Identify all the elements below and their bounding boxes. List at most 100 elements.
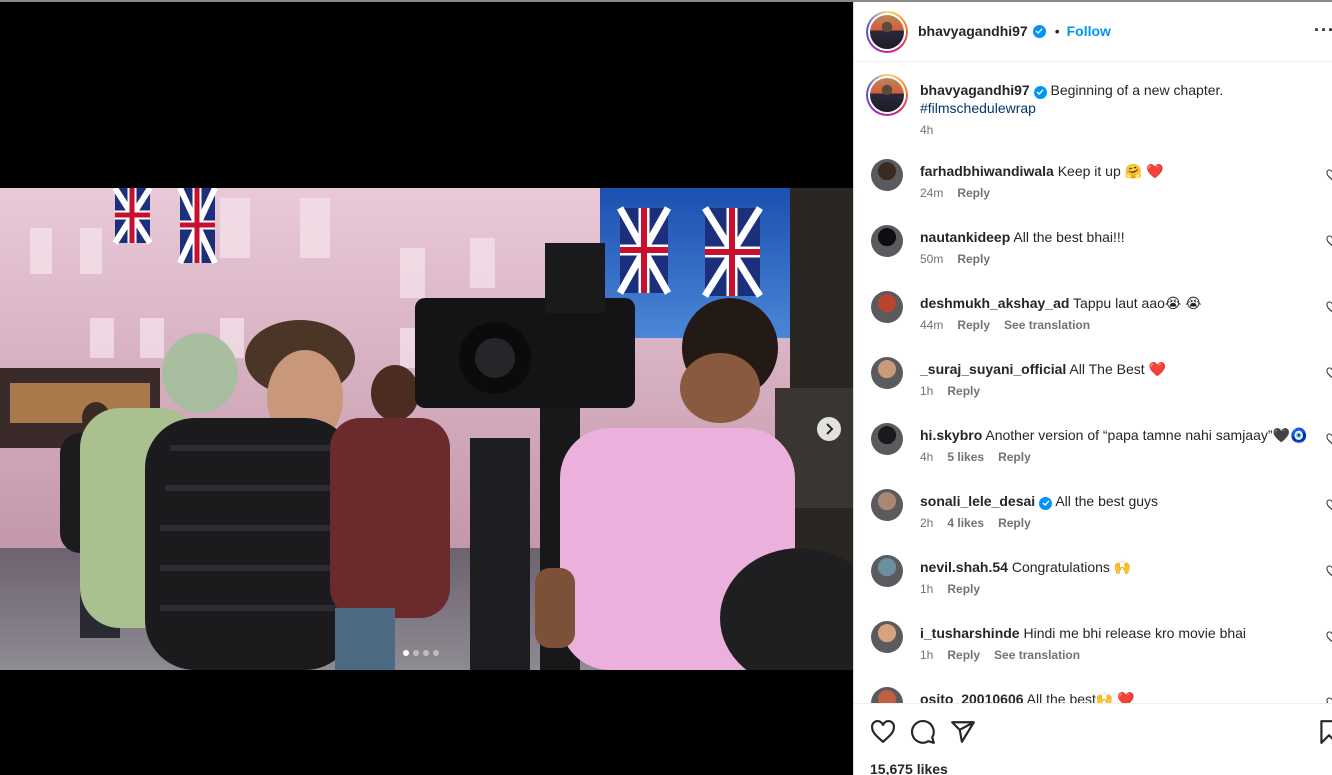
reply-button[interactable]: Reply	[947, 582, 980, 596]
comments-list[interactable]: bhavyagandhi97 Beginning of a new chapte…	[854, 63, 1332, 703]
commenter-username[interactable]: osito_20010606	[920, 691, 1024, 703]
comment-meta: 2h 4 likes Reply	[920, 516, 1031, 530]
commenter-avatar[interactable]	[871, 621, 903, 653]
reply-button[interactable]: Reply	[957, 252, 990, 266]
comment-meta: 1h Reply See translation	[920, 648, 1080, 662]
commenter-avatar[interactable]	[871, 555, 903, 587]
bookmark-icon[interactable]	[1316, 719, 1332, 745]
author-row: bhavyagandhi97 • Follow	[918, 23, 1111, 39]
share-icon[interactable]	[950, 719, 976, 745]
comment-timestamp: 1h	[920, 384, 934, 398]
commenter-username[interactable]: deshmukh_akshay_ad	[920, 295, 1069, 311]
commenter-avatar[interactable]	[871, 159, 903, 191]
comment-item: sonali_lele_desai All the best guys 2h 4 l…	[854, 489, 1332, 545]
comment-meta: 24m Reply	[920, 186, 990, 200]
comment-item: deshmukh_akshay_ad Tappu laut aao😭 😭 44m R…	[854, 291, 1332, 347]
comment-body: sonali_lele_desai All the best guys	[920, 492, 1320, 510]
comment-likes[interactable]: 5 likes	[947, 450, 984, 464]
commenter-username[interactable]: _suraj_suyani_official	[920, 361, 1066, 377]
comment-item: _suraj_suyani_official All The Best ❤️ 1h…	[854, 357, 1332, 413]
post-detail-panel: bhavyagandhi97 • Follow ··· bhavyagandhi…	[853, 2, 1332, 775]
comment-like-heart-icon[interactable]	[1326, 565, 1332, 577]
commenter-username[interactable]: farhadbhiwandiwala	[920, 163, 1054, 179]
commenter-username[interactable]: hi.skybro	[920, 427, 982, 443]
comment-item: nautankideep All the best bhai!!! 50m Repl…	[854, 225, 1332, 281]
commenter-username[interactable]: nautankideep	[920, 229, 1010, 245]
likes-count[interactable]: 15,675 likes	[870, 761, 948, 775]
comment-like-heart-icon[interactable]	[1326, 367, 1332, 379]
comment-text: Hindi me bhi release kro movie bhai	[1023, 625, 1247, 641]
comment-like-heart-icon[interactable]	[1326, 301, 1332, 313]
comment-likes[interactable]: 4 likes	[947, 516, 984, 530]
reply-button[interactable]: Reply	[947, 648, 980, 662]
comment-meta: 1h Reply	[920, 582, 980, 596]
comment-item: i_tusharshinde Hindi me bhi release kro …	[854, 621, 1332, 677]
comment-text: All the best guys	[1055, 493, 1159, 509]
reply-button[interactable]: Reply	[957, 186, 990, 200]
follow-button[interactable]: Follow	[1067, 23, 1111, 39]
caption-avatar[interactable]	[866, 74, 908, 116]
carousel-dot	[403, 650, 409, 656]
carousel-indicator	[403, 650, 439, 656]
caption-username[interactable]: bhavyagandhi97	[920, 82, 1030, 98]
heart-icon[interactable]	[870, 719, 896, 745]
comment-body: _suraj_suyani_official All The Best ❤️	[920, 360, 1320, 378]
see-translation-button[interactable]: See translation	[1004, 318, 1090, 332]
comment-timestamp: 50m	[920, 252, 944, 266]
post-photo	[0, 188, 853, 670]
comment-timestamp: 24m	[920, 186, 944, 200]
reply-button[interactable]: Reply	[998, 450, 1031, 464]
post-caption: bhavyagandhi97 Beginning of a new chapte…	[920, 81, 1300, 117]
comment-icon[interactable]	[910, 719, 936, 745]
comment-item: farhadbhiwandiwala Keep it up 🤗 ❤️ 24m Rep…	[854, 159, 1332, 215]
post-header: bhavyagandhi97 • Follow ···	[854, 2, 1332, 62]
comment-timestamp: 44m	[920, 318, 944, 332]
commenter-username[interactable]: sonali_lele_desai	[920, 493, 1035, 509]
reply-button[interactable]: Reply	[957, 318, 990, 332]
comment-body: i_tusharshinde Hindi me bhi release kro …	[920, 624, 1320, 642]
commenter-avatar[interactable]	[871, 357, 903, 389]
comment-timestamp: 1h	[920, 648, 934, 662]
comment-meta: 44m Reply See translation	[920, 318, 1090, 332]
comment-body: deshmukh_akshay_ad Tappu laut aao😭 😭	[920, 294, 1320, 312]
comment-text: Keep it up 🤗 ❤️	[1057, 163, 1164, 179]
comment-like-heart-icon[interactable]	[1326, 433, 1332, 445]
comment-text: Congratulations 🙌	[1011, 559, 1132, 575]
commenter-avatar[interactable]	[871, 687, 903, 703]
comment-like-heart-icon[interactable]	[1326, 235, 1332, 247]
comment-item: hi.skybro Another version of “papa tamne…	[854, 423, 1332, 479]
comment-item: osito_20010606 All the best🙌 ❤️	[854, 687, 1332, 703]
comment-text: All the best bhai!!!	[1013, 229, 1125, 245]
reply-button[interactable]: Reply	[998, 516, 1031, 530]
reply-button[interactable]: Reply	[947, 384, 980, 398]
comment-body: osito_20010606 All the best🙌 ❤️	[920, 690, 1320, 703]
chevron-right-icon	[826, 423, 834, 435]
caption-text: Beginning of a new chapter.	[1050, 82, 1224, 98]
comment-body: farhadbhiwandiwala Keep it up 🤗 ❤️	[920, 162, 1320, 180]
commenter-avatar[interactable]	[871, 423, 903, 455]
verified-badge-icon	[1032, 24, 1046, 38]
verified-badge-icon	[1039, 496, 1053, 510]
author-username[interactable]: bhavyagandhi97	[918, 23, 1028, 39]
see-translation-button[interactable]: See translation	[994, 648, 1080, 662]
commenter-username[interactable]: nevil.shah.54	[920, 559, 1008, 575]
comment-like-heart-icon[interactable]	[1326, 499, 1332, 511]
caption-hashtag[interactable]: #filmschedulewrap	[920, 100, 1036, 116]
commenter-username[interactable]: i_tusharshinde	[920, 625, 1020, 641]
comment-like-heart-icon[interactable]	[1326, 631, 1332, 643]
commenter-avatar[interactable]	[871, 489, 903, 521]
comment-timestamp: 4h	[920, 450, 934, 464]
more-options-icon[interactable]: ···	[1314, 20, 1332, 41]
commenter-avatar[interactable]	[871, 291, 903, 323]
comment-text: All the best🙌 ❤️	[1026, 691, 1135, 703]
comment-like-heart-icon[interactable]	[1326, 169, 1332, 181]
verified-badge-icon	[1033, 85, 1047, 99]
comment-meta: 50m Reply	[920, 252, 990, 266]
commenter-avatar[interactable]	[871, 225, 903, 257]
comment-timestamp: 2h	[920, 516, 934, 530]
comment-text: Another version of “papa tamne nahi samj…	[985, 427, 1308, 443]
next-photo-button[interactable]	[817, 417, 841, 441]
action-bar: 15,675 likes	[854, 703, 1332, 775]
author-avatar[interactable]	[866, 11, 908, 53]
comment-meta: 1h Reply	[920, 384, 980, 398]
